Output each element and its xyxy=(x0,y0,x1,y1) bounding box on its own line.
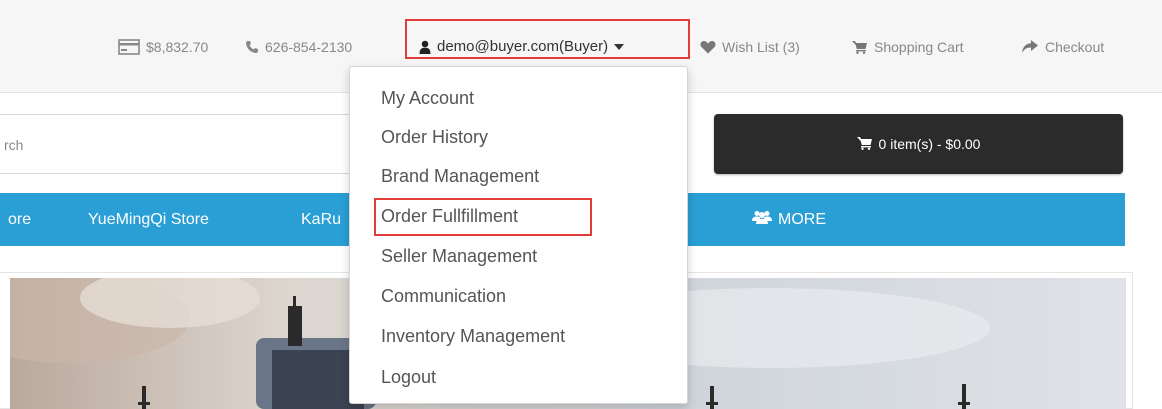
menu-item-my-account[interactable]: My Account xyxy=(381,85,474,111)
phone-icon xyxy=(245,40,259,54)
cart-button[interactable]: 0 item(s) - $0.00 xyxy=(714,114,1123,174)
credit-card-icon xyxy=(118,39,140,55)
balance-display[interactable]: $8,832.70 xyxy=(118,37,208,57)
nav-item-yuemingqi-store[interactable]: YueMingQi Store xyxy=(88,193,209,246)
account-email: demo@buyer.com(Buyer) xyxy=(437,38,609,55)
account-menu-toggle[interactable]: demo@buyer.com(Buyer) xyxy=(419,37,625,57)
shopping-cart-text: Shopping Cart xyxy=(874,39,964,55)
cart-icon xyxy=(856,136,873,153)
shopping-cart-link[interactable]: Shopping Cart xyxy=(852,37,964,57)
cart-summary: 0 item(s) - $0.00 xyxy=(878,136,981,152)
order-fullfillment-highlight-box xyxy=(374,198,592,236)
group-icon xyxy=(752,193,772,246)
menu-item-seller-management[interactable]: Seller Management xyxy=(381,243,537,269)
menu-item-brand-management[interactable]: Brand Management xyxy=(381,163,539,189)
user-icon xyxy=(419,40,431,54)
wishlist-text: Wish List (3) xyxy=(722,39,800,55)
cart-icon xyxy=(852,40,868,54)
share-arrow-icon xyxy=(1021,40,1039,54)
heart-icon xyxy=(700,40,716,54)
nav-item-more[interactable]: MORE xyxy=(752,193,826,246)
search-input[interactable] xyxy=(4,135,344,155)
phone-text: 626-854-2130 xyxy=(265,39,353,55)
nav-item-karu[interactable]: KaRu xyxy=(301,193,341,246)
search-box xyxy=(0,114,360,174)
wishlist-link[interactable]: Wish List (3) xyxy=(700,37,800,57)
balance-text: $8,832.70 xyxy=(146,39,209,55)
checkout-link[interactable]: Checkout xyxy=(1021,37,1104,57)
menu-item-inventory-management[interactable]: Inventory Management xyxy=(381,323,565,349)
checkout-text: Checkout xyxy=(1045,39,1105,55)
phone-display[interactable]: 626-854-2130 xyxy=(245,37,352,57)
menu-item-order-history[interactable]: Order History xyxy=(381,124,488,150)
nav-item-store-partial[interactable]: ore xyxy=(8,193,31,246)
menu-item-logout[interactable]: Logout xyxy=(381,364,436,390)
nav-more-label: MORE xyxy=(778,211,826,228)
caret-down-icon xyxy=(614,44,625,50)
menu-item-communication[interactable]: Communication xyxy=(381,283,506,309)
